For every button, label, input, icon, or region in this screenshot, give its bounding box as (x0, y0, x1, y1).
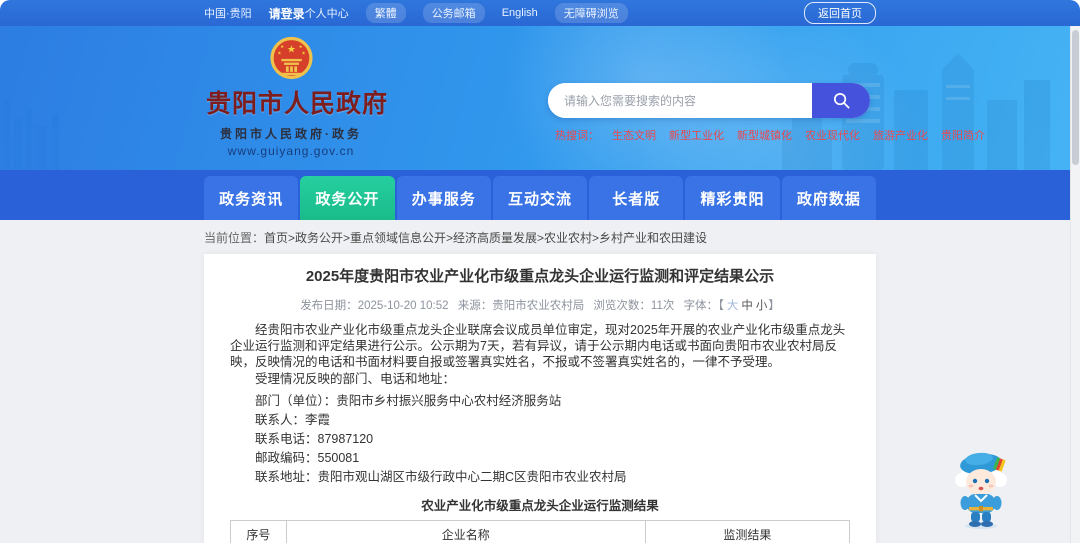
site-logo[interactable]: ★ ★ ★ ★ ★ 贵阳市人民政府 贵阳市人民政府·政务 www.guiyang (206, 33, 387, 158)
hot-word-5[interactable]: 旅游产业化 (873, 127, 928, 143)
breadcrumb: 当前位置：首页>政务公开>重点领域信息公开>经济高质量发展>农业农村>乡村产业和… (204, 229, 876, 246)
contact-address: 联系地址：贵阳市观山湖区市级行政中心二期C区贵阳市农业农村局 (255, 470, 627, 484)
site-banner: ★ ★ ★ ★ ★ 贵阳市人民政府 贵阳市人民政府·政务 www.guiyang (0, 26, 1080, 170)
publish-date-label: 发布日期： (300, 300, 358, 312)
bracket-close: 】 (768, 300, 780, 312)
personal-center-link[interactable]: 个人中心 (305, 5, 349, 21)
table-header-row: 序号 企业名称 监测结果 (230, 520, 851, 543)
font-size-medium-button[interactable]: 中 (741, 300, 753, 312)
nav-tab-interaction[interactable]: 互动交流 (492, 176, 588, 220)
browser-page: 中国·贵阳 请登录 个人中心 繁體 公务邮箱 English 无障碍浏览 返回首页 (0, 0, 1080, 543)
breadcrumb-path[interactable]: 首页>政务公开>重点领域信息公开>经济高质量发展>农业农村>乡村产业和农田建设 (264, 231, 707, 245)
site-url: www.guiyang.gov.cn (227, 144, 355, 158)
search-input[interactable] (548, 83, 812, 118)
site-title[interactable]: 贵阳市人民政府 (206, 84, 387, 120)
article-paragraph-2: 受理情况反映的部门、电话和地址： (255, 372, 456, 386)
hot-word-1[interactable]: 生态文明 (612, 127, 656, 143)
hot-word-2[interactable]: 新型工业化 (669, 127, 724, 143)
svg-text:★: ★ (286, 44, 295, 55)
accessibility-link[interactable]: 无障碍浏览 (554, 3, 628, 23)
views-value: 11次 (650, 300, 675, 312)
font-size-control: 字体：【大中小】 (684, 300, 780, 312)
article-title: 2025年度贵阳市农业产业化市级重点龙头企业运行监测和评定结果公示 (305, 268, 775, 285)
hot-word-6[interactable]: 贵阳简介 (941, 127, 985, 143)
nav-tab-gov-data[interactable]: 政府数据 (781, 176, 876, 220)
login-link[interactable]: 请登录 (269, 5, 305, 22)
main-navigation: 政务资讯 政务公开 办事服务 互动交流 长者版 精彩贵阳 政府数据 (0, 170, 1080, 220)
source-value: 贵阳市农业农村局 (492, 300, 585, 312)
article-card: 2025年度贵阳市农业产业化市级重点龙头企业运行监测和评定结果公示 发布日期：2… (204, 254, 876, 543)
svg-text:★: ★ (277, 50, 281, 55)
source-label: 来源： (457, 300, 493, 312)
official-mail-link[interactable]: 公务邮箱 (422, 3, 485, 23)
publish-date-value: 2025-10-20 10:52 (357, 300, 449, 312)
search-icon (833, 92, 849, 109)
search-area: 热搜词： 生态文明 新型工业化 新型城镇化 农业现代化 旅游产业化 贵阳简介 (548, 83, 985, 143)
contact-info-block: 部门（单位）：贵阳市乡村振兴服务中心农村经济服务站 联系人：李霞 联系电话：87… (230, 392, 850, 487)
english-link[interactable]: English (502, 7, 538, 19)
header-company: 企业名称 (285, 520, 646, 543)
nav-tab-services[interactable]: 办事服务 (396, 176, 491, 220)
login-personal-center[interactable]: 请登录 个人中心 (269, 5, 349, 22)
breadcrumb-label: 当前位置： (204, 231, 265, 245)
svg-text:★: ★ (301, 50, 305, 55)
table-caption: 农业产业化市级重点龙头企业运行监测结果 (421, 499, 659, 513)
header-result: 监测结果 (644, 520, 851, 543)
svg-text:★: ★ (280, 44, 284, 49)
article-paragraph-1: 经贵阳市农业产业化市级重点龙头企业联席会议成员单位审定，现对2025年开展的农业… (230, 323, 846, 369)
article-meta: 发布日期：2025-10-20 10:52 来源：贵阳市农业农村局 浏览次数：1… (230, 297, 850, 313)
cityscape-left-decoration (4, 100, 59, 170)
header-serial: 序号 (230, 520, 287, 543)
svg-text:★: ★ (298, 44, 302, 49)
mascot-assistant[interactable] (948, 450, 1014, 530)
top-utility-bar: 中国·贵阳 请登录 个人中心 繁體 公务邮箱 English 无障碍浏览 返回首页 (0, 0, 1080, 26)
hot-word-4[interactable]: 农业现代化 (805, 127, 860, 143)
site-subtitle: 贵阳市人民政府·政务 (220, 127, 362, 141)
font-size-small-button[interactable]: 小 (756, 300, 768, 312)
scrollbar-thumb[interactable] (1072, 30, 1079, 165)
nav-tab-gov-disclosure[interactable]: 政务公开 (300, 176, 395, 220)
contact-department: 部门（单位）：贵阳市乡村振兴服务中心农村经济服务站 (255, 394, 562, 408)
scrollbar-track[interactable] (1070, 26, 1080, 543)
hot-word-3[interactable]: 新型城镇化 (737, 127, 792, 143)
nav-tab-news[interactable]: 政务资讯 (204, 176, 299, 220)
nav-tab-senior[interactable]: 长者版 (589, 176, 684, 220)
font-label: 字体： (683, 300, 719, 312)
national-emblem-icon: ★ ★ ★ ★ ★ (269, 36, 313, 80)
contact-phone: 联系电话：87987120 (255, 432, 374, 446)
views-label: 浏览次数： (593, 300, 651, 312)
traditional-chinese-toggle[interactable]: 繁體 (365, 3, 406, 23)
contact-postcode: 邮政编码：550081 (255, 451, 360, 465)
bracket-open: 【 (718, 300, 724, 312)
hot-search-label: 热搜词： (555, 130, 599, 142)
font-size-large-button[interactable]: 大 (727, 300, 739, 312)
nav-tab-highlights[interactable]: 精彩贵阳 (685, 176, 780, 220)
hot-search-row: 热搜词： 生态文明 新型工业化 新型城镇化 农业现代化 旅游产业化 贵阳简介 (548, 127, 985, 143)
main-content: 当前位置：首页>政务公开>重点领域信息公开>经济高质量发展>农业农村>乡村产业和… (0, 220, 1080, 543)
contact-person: 联系人：李霞 (255, 413, 331, 427)
search-button[interactable] (812, 83, 870, 118)
back-home-button[interactable]: 返回首页 (804, 2, 876, 24)
region-link[interactable]: 中国·贵阳 (204, 5, 252, 21)
monitoring-result-table: 序号 企业名称 监测结果 1 贵州合力超市采购有限公司 合格 2 贵州友禾种业有… (230, 520, 851, 543)
